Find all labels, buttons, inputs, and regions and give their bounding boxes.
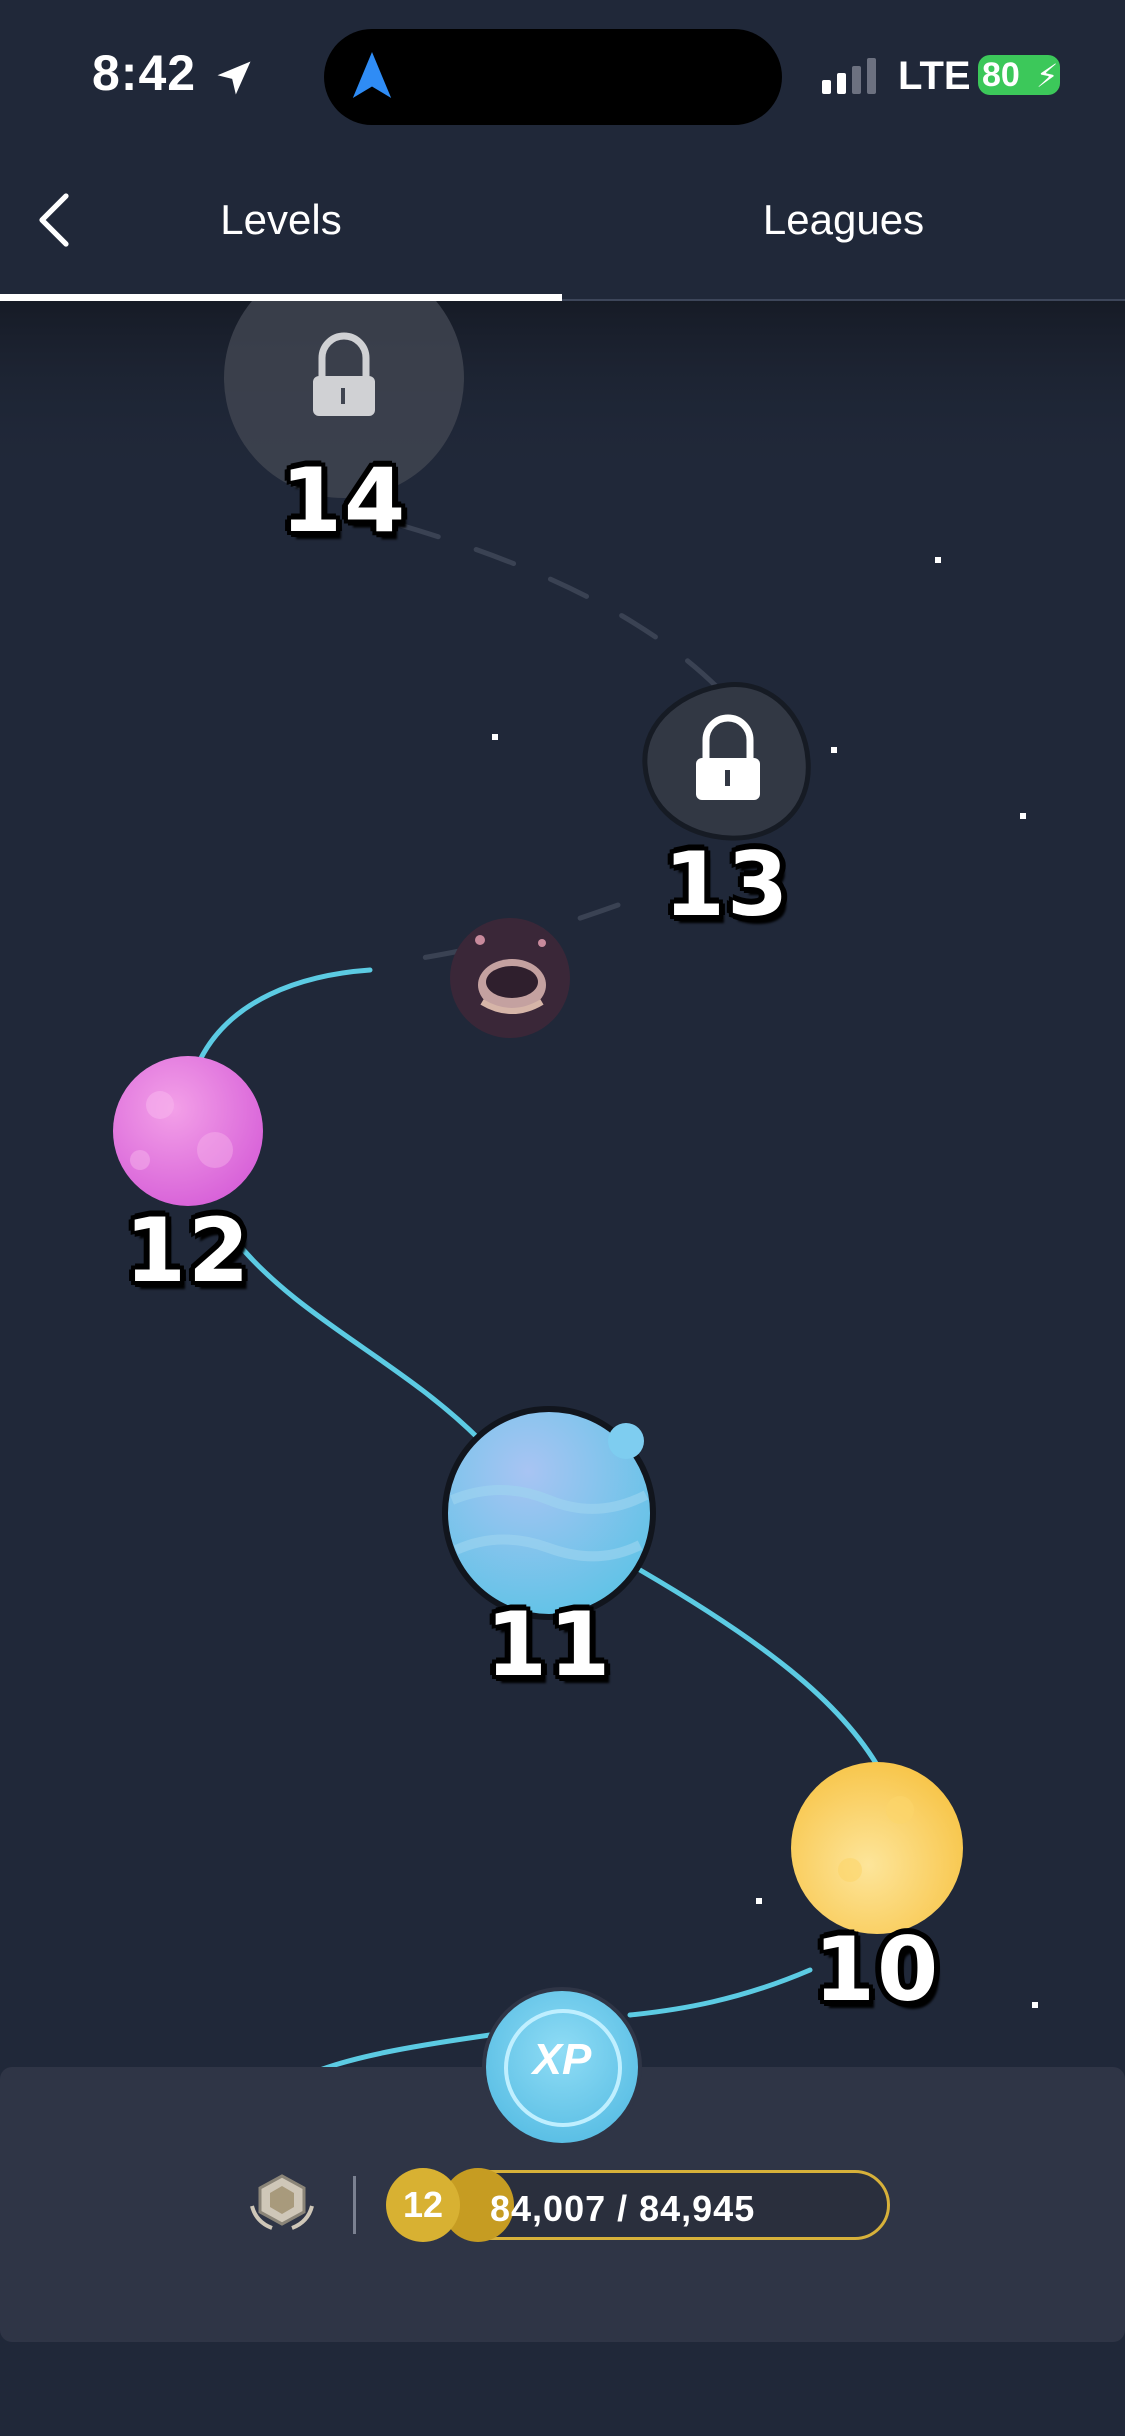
level-map: 14 13 12 11 10 xyxy=(0,301,1125,2067)
dynamic-island xyxy=(324,29,782,125)
level-node-10[interactable] xyxy=(791,1762,963,1934)
level-number-11: 11 xyxy=(485,1593,613,1696)
panel-divider xyxy=(353,2176,356,2234)
xp-progress-text: 84,007 / 84,945 xyxy=(490,2188,756,2229)
xp-badge[interactable]: XP xyxy=(486,1991,638,2143)
navigation-arrow-icon xyxy=(352,52,392,98)
cellular-signal-icon xyxy=(822,58,876,94)
avatar-marker xyxy=(450,918,570,1038)
level-node-12[interactable] xyxy=(113,1056,263,1206)
charging-bolt-icon: ⚡ xyxy=(1036,58,1059,94)
current-level-coin: 12 xyxy=(386,2168,460,2242)
rank-emblem-icon[interactable] xyxy=(246,2172,318,2234)
level-node-13[interactable] xyxy=(642,682,811,841)
level-number-10: 10 xyxy=(813,1918,941,2021)
active-tab-indicator xyxy=(0,294,562,301)
level-number-12: 12 xyxy=(124,1199,252,1302)
battery-level: 80 xyxy=(982,56,1020,94)
network-type: LTE xyxy=(898,54,971,98)
level-node-11[interactable] xyxy=(442,1406,656,1620)
tab-leagues[interactable]: Leagues xyxy=(562,196,1125,244)
level-number-13: 13 xyxy=(663,833,791,936)
tab-levels[interactable]: Levels xyxy=(0,196,562,244)
level-number-14: 14 xyxy=(280,449,408,552)
location-arrow-icon xyxy=(217,61,251,95)
xp-badge-label: XP xyxy=(532,2035,592,2084)
status-time: 8:42 xyxy=(92,45,197,101)
